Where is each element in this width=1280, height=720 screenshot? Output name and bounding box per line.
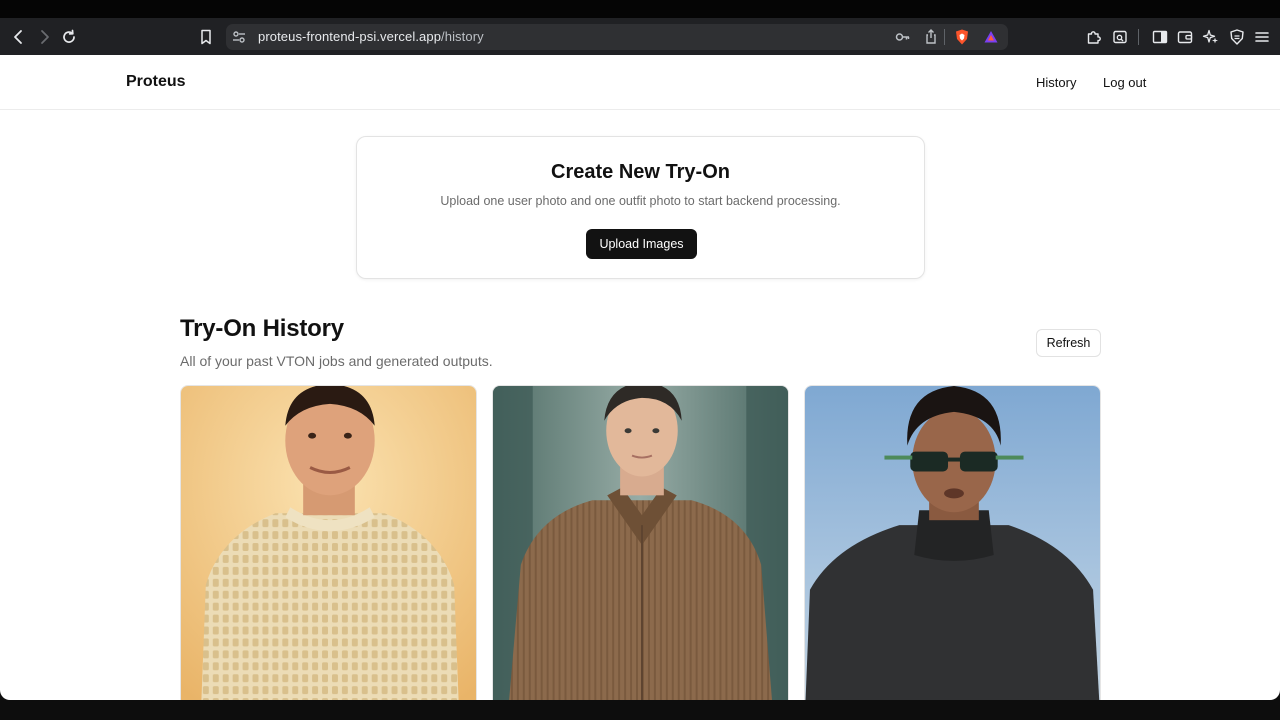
- brave-rewards-icon[interactable]: [979, 25, 1003, 49]
- site-settings-icon[interactable]: [227, 25, 251, 49]
- history-item-image[interactable]: [180, 385, 477, 700]
- bottom-bezel: [0, 700, 1280, 720]
- history-title: Try-On History: [180, 315, 344, 342]
- leo-ai-icon[interactable]: [1199, 25, 1223, 49]
- page-viewport: Proteus History Log out Create New Try-O…: [0, 55, 1280, 700]
- back-icon[interactable]: [7, 25, 31, 49]
- toolbar-divider: [1138, 29, 1139, 45]
- top-bezel: [0, 0, 1280, 18]
- extensions-icon[interactable]: [1082, 25, 1106, 49]
- create-tryon-card: Create New Try-On Upload one user photo …: [356, 136, 925, 279]
- history-item-image[interactable]: [492, 385, 789, 700]
- history-subtitle: All of your past VTON jobs and generated…: [180, 353, 493, 369]
- wallet-icon[interactable]: [1173, 25, 1197, 49]
- vpn-icon[interactable]: [1225, 25, 1249, 49]
- brand-logo[interactable]: Proteus: [126, 73, 186, 91]
- screen: proteus-frontend-psi.vercel.app/history …: [0, 0, 1280, 720]
- bookmark-icon[interactable]: [194, 25, 218, 49]
- nav-logout-link[interactable]: Log out: [1103, 75, 1146, 90]
- sidebar-icon[interactable]: [1148, 25, 1172, 49]
- share-icon[interactable]: [919, 25, 943, 49]
- upload-images-button[interactable]: Upload Images: [586, 229, 697, 259]
- history-item-image[interactable]: [804, 385, 1101, 700]
- url-text[interactable]: proteus-frontend-psi.vercel.app/history: [258, 29, 484, 45]
- url-path: /history: [441, 29, 484, 44]
- brave-shields-icon[interactable]: [950, 25, 974, 49]
- site-navbar: Proteus History Log out: [0, 55, 1280, 110]
- reload-icon[interactable]: [57, 25, 81, 49]
- create-tryon-title: Create New Try-On: [551, 161, 730, 183]
- refresh-button[interactable]: Refresh: [1036, 329, 1101, 357]
- menu-icon[interactable]: [1250, 25, 1274, 49]
- url-host: proteus-frontend-psi.vercel.app: [258, 29, 442, 44]
- create-tryon-subtitle: Upload one user photo and one outfit pho…: [440, 194, 841, 208]
- forward-icon[interactable]: [32, 25, 56, 49]
- key-icon[interactable]: [891, 25, 915, 49]
- nav-history-link[interactable]: History: [1036, 75, 1076, 90]
- url-divider: [944, 29, 945, 45]
- screenshot-icon[interactable]: [1108, 25, 1132, 49]
